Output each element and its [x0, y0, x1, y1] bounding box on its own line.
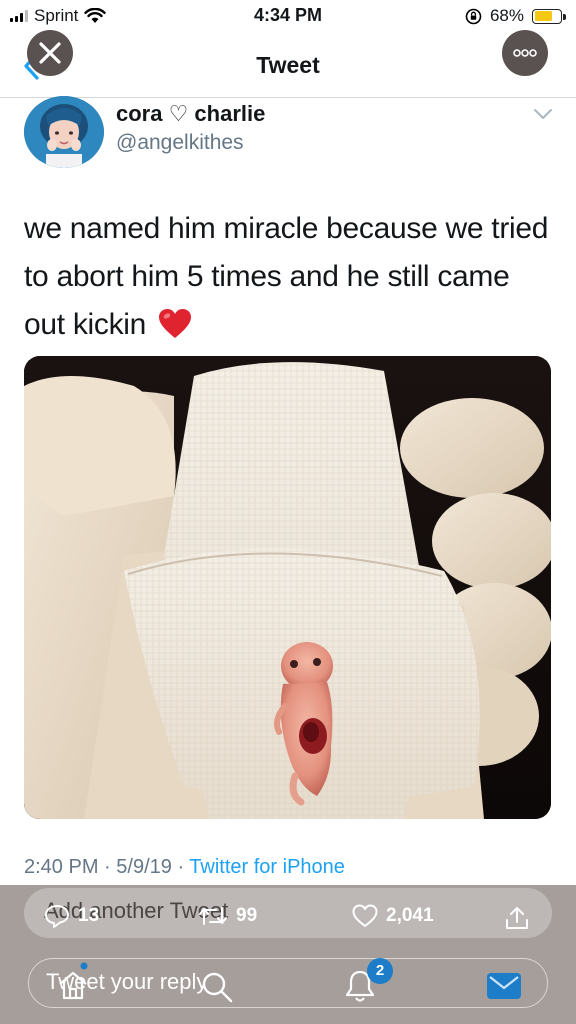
tweet-date: 5/9/19: [116, 856, 172, 878]
close-icon: [39, 42, 61, 64]
battery-icon: [532, 8, 566, 24]
tweet-source-link[interactable]: Twitter for iPhone: [189, 856, 345, 878]
retweet-icon: [199, 907, 227, 925]
mail-icon[interactable]: [486, 972, 522, 1000]
more-button[interactable]: [502, 30, 548, 76]
nav-bar: Tweet: [0, 32, 576, 98]
battery-percent: 68%: [489, 6, 524, 25]
more-icon: [513, 49, 537, 57]
share-icon[interactable]: [504, 905, 530, 931]
tweet-photo[interactable]: [24, 356, 551, 819]
tweet-text: we named him miracle because we tried to…: [24, 205, 554, 349]
photo-image: [24, 356, 551, 819]
close-button[interactable]: [27, 30, 73, 76]
author-name[interactable]: cora ♡ charlie: [116, 101, 265, 127]
avatar[interactable]: [24, 96, 104, 168]
tweet-meta: 2:40 PM · 5/9/19 · Twitter for iPhone: [24, 856, 345, 879]
page-title: Tweet: [256, 52, 320, 78]
meta-separator: ·: [177, 856, 190, 878]
retweet-count: 99: [236, 905, 258, 926]
search-icon[interactable]: [200, 970, 234, 1004]
home-icon[interactable]: [56, 962, 90, 1002]
battery-info: 68%: [465, 6, 566, 26]
tweet-time: 2:40 PM: [24, 856, 99, 878]
notification-badge: 2: [367, 958, 393, 984]
rotation-lock-icon: [465, 8, 482, 24]
like-icon: [352, 904, 378, 927]
status-bar: Sprint 4:34 PM 68%: [0, 0, 576, 32]
reply-icon: [45, 905, 69, 928]
author-handle[interactable]: @angelkithes: [116, 131, 244, 155]
tweet-body: we named him miracle because we tried to…: [24, 212, 549, 341]
chevron-down-icon[interactable]: [532, 106, 554, 122]
meta-separator: ·: [104, 856, 117, 878]
red-heart-icon: [159, 309, 192, 338]
reply-count: 13: [78, 905, 100, 926]
like-action[interactable]: 2,041: [352, 904, 434, 928]
avatar-image: [24, 96, 104, 168]
retweet-action[interactable]: 99: [198, 904, 257, 928]
reply-action[interactable]: 13: [44, 904, 99, 928]
like-count: 2,041: [386, 905, 434, 926]
